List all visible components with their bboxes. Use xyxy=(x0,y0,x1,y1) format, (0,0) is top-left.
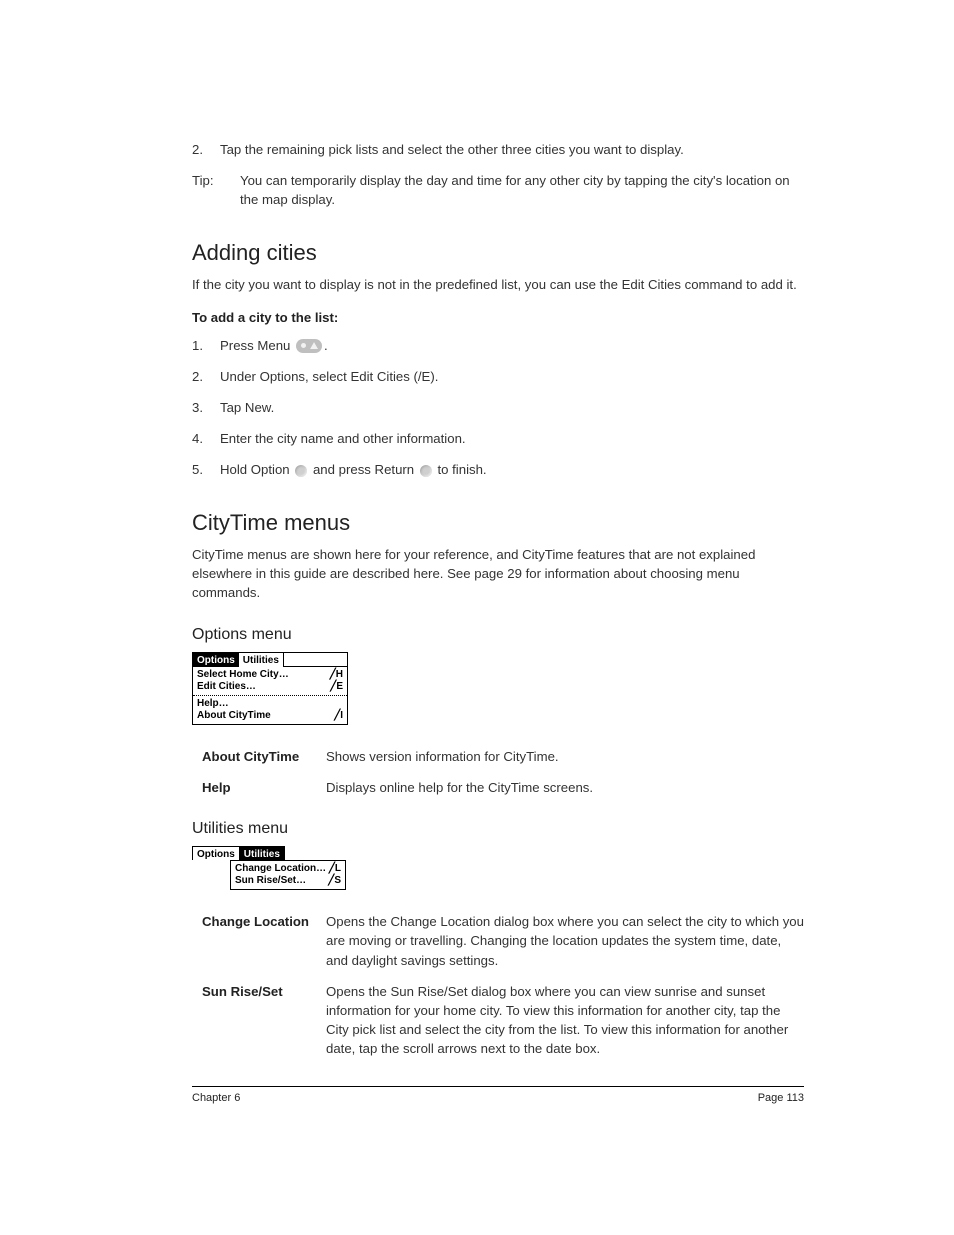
step-text: Press Menu . xyxy=(220,336,804,355)
step-text: Hold Option and press Return to finish. xyxy=(220,460,804,479)
desc-about-citytime: About CityTime Shows version information… xyxy=(202,747,804,766)
desc-term: Sun Rise/Set xyxy=(202,982,326,1059)
step-text: Tap New. xyxy=(220,398,804,417)
citytime-intro: CityTime menus are shown here for your r… xyxy=(192,545,804,602)
text: and press Return xyxy=(309,462,418,477)
step-number: 3. xyxy=(192,398,220,417)
desc-def: Opens the Sun Rise/Set dialog box where … xyxy=(326,982,804,1059)
tip-row: Tip: You can temporarily display the day… xyxy=(192,171,804,209)
menu-item-label: Sun Rise/Set… xyxy=(235,875,306,887)
add-step-5: 5. Hold Option and press Return to finis… xyxy=(192,460,804,479)
add-step-2: 2. Under Options, select Edit Cities (/E… xyxy=(192,367,804,386)
return-key-icon xyxy=(420,465,432,477)
menu-section: Help… About CityTime ╱I xyxy=(193,696,347,724)
options-menu-screenshot: Options Utilities Select Home City… ╱H E… xyxy=(192,652,348,725)
menu-section: Select Home City… ╱H Edit Cities… ╱E xyxy=(193,667,347,696)
desc-help: Help Displays online help for the CityTi… xyxy=(202,778,804,797)
add-step-4: 4. Enter the city name and other informa… xyxy=(192,429,804,448)
menu-item-change-location: Change Location… ╱L xyxy=(231,863,345,875)
menu-bar: Options Utilities xyxy=(193,653,347,667)
subheading-add-city: To add a city to the list: xyxy=(192,308,804,327)
footer-chapter: Chapter 6 xyxy=(192,1091,240,1107)
heading-adding-cities: Adding cities xyxy=(192,237,804,269)
tab-options: Options xyxy=(193,653,239,667)
menu-body: Change Location… ╱L Sun Rise/Set… ╱S xyxy=(230,860,346,890)
footer-page-number: Page 113 xyxy=(758,1091,804,1107)
text: to finish. xyxy=(434,462,487,477)
menu-bar-rest xyxy=(284,653,347,667)
page-footer: Chapter 6 Page 113 xyxy=(192,1086,804,1107)
add-step-3: 3. Tap New. xyxy=(192,398,804,417)
menu-item-help: Help… xyxy=(193,698,347,710)
tip-label: Tip: xyxy=(192,171,240,209)
step-number: 1. xyxy=(192,336,220,355)
menu-icon xyxy=(296,339,322,353)
menu-bar: Options Utilities xyxy=(192,846,346,860)
menu-item-label: Edit Cities… xyxy=(197,681,256,693)
tab-utilities: Utilities xyxy=(240,846,285,860)
step-text: Under Options, select Edit Cities (/E). xyxy=(220,367,804,386)
add-step-1: 1. Press Menu . xyxy=(192,336,804,355)
utilities-menu-screenshot: Options Utilities Change Location… ╱L Su… xyxy=(192,846,346,890)
menu-shortcut: ╱L xyxy=(329,863,341,875)
step-text: Tap the remaining pick lists and select … xyxy=(220,140,804,159)
menu-item-label: Help… xyxy=(197,698,229,710)
desc-def: Shows version information for CityTime. xyxy=(326,747,804,766)
menu-shortcut: ╱I xyxy=(334,710,343,722)
option-key-icon xyxy=(295,465,307,477)
step-number: 2. xyxy=(192,367,220,386)
menu-item-label: About CityTime xyxy=(197,710,271,722)
menu-item-label: Select Home City… xyxy=(197,669,289,681)
menu-shortcut: ╱E xyxy=(330,681,343,693)
step-2: 2. Tap the remaining pick lists and sele… xyxy=(192,140,804,159)
text: Hold Option xyxy=(220,462,293,477)
step-number: 2. xyxy=(192,140,220,159)
menu-shortcut: ╱S xyxy=(328,875,341,887)
text: Press Menu xyxy=(220,338,294,353)
heading-citytime-menus: CityTime menus xyxy=(192,507,804,539)
desc-term: Help xyxy=(202,778,326,797)
step-number: 5. xyxy=(192,460,220,479)
menu-shortcut: ╱H xyxy=(330,669,343,681)
menu-item-about-citytime: About CityTime ╱I xyxy=(193,710,347,722)
adding-cities-intro: If the city you want to display is not i… xyxy=(192,275,804,294)
desc-def: Displays online help for the CityTime sc… xyxy=(326,778,804,797)
desc-def: Opens the Change Location dialog box whe… xyxy=(326,912,804,969)
desc-change-location: Change Location Opens the Change Locatio… xyxy=(202,912,804,969)
menu-item-label: Change Location… xyxy=(235,863,326,875)
tab-options: Options xyxy=(192,846,240,860)
heading-options-menu: Options menu xyxy=(192,623,804,646)
menu-item-edit-cities: Edit Cities… ╱E xyxy=(193,681,347,693)
menu-item-select-home-city: Select Home City… ╱H xyxy=(193,669,347,681)
tab-utilities: Utilities xyxy=(239,653,284,667)
menu-item-sun-rise-set: Sun Rise/Set… ╱S xyxy=(231,875,345,887)
desc-term: About CityTime xyxy=(202,747,326,766)
step-text: Enter the city name and other informatio… xyxy=(220,429,804,448)
step-number: 4. xyxy=(192,429,220,448)
heading-utilities-menu: Utilities menu xyxy=(192,817,804,840)
desc-term: Change Location xyxy=(202,912,326,969)
desc-sun-rise-set: Sun Rise/Set Opens the Sun Rise/Set dial… xyxy=(202,982,804,1059)
tip-text: You can temporarily display the day and … xyxy=(240,171,804,209)
page: 2. Tap the remaining pick lists and sele… xyxy=(0,0,954,1147)
text: . xyxy=(324,338,328,353)
